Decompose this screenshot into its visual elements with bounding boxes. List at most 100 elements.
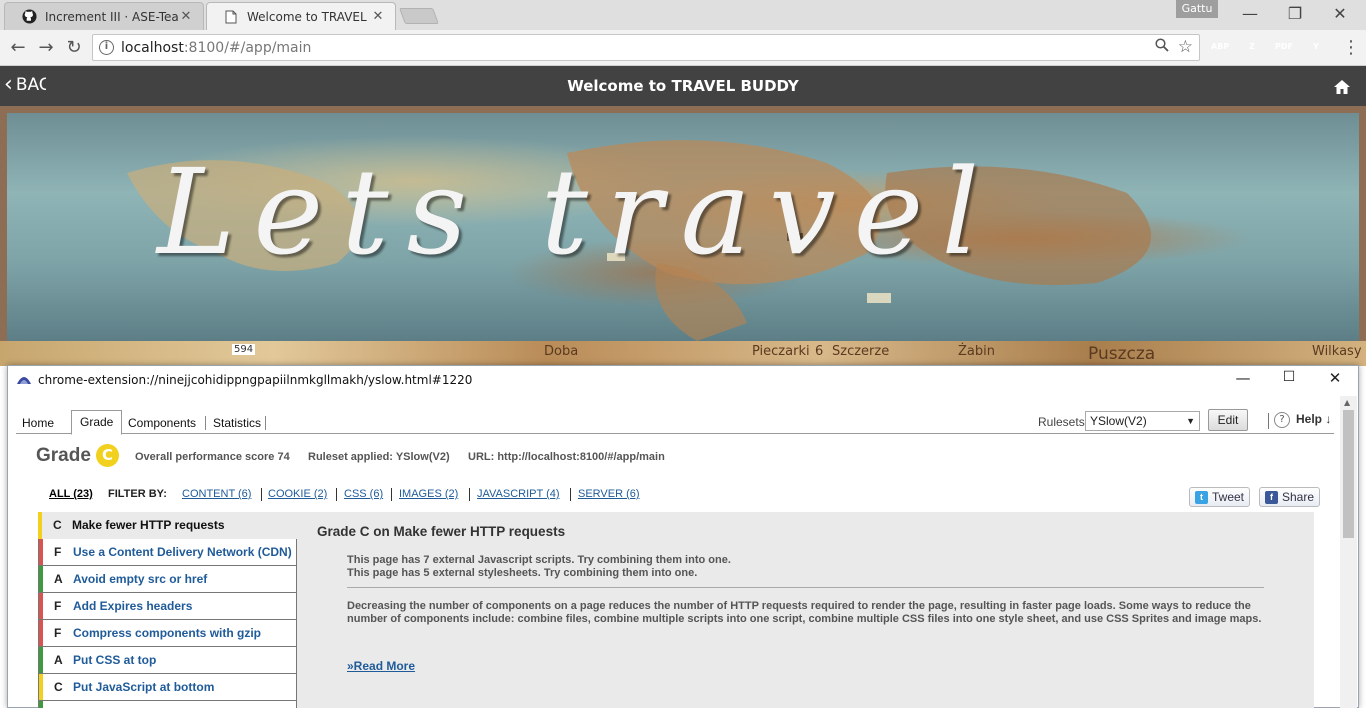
forward-arrow-icon[interactable]: → [34,36,58,60]
url-info: URL: http://localhost:8100/#/app/main [468,451,665,463]
yslow-window: chrome-extension://ninejjcohidippngpapii… [7,365,1359,708]
adblock-plus-icon[interactable]: ABP [1211,38,1229,56]
grade-color-bar [39,701,43,708]
filter-server[interactable]: SERVER (6) [578,488,640,500]
dropdown-arrow-icon: ▼ [1186,416,1195,426]
tab-grade[interactable]: Grade [71,410,123,435]
rule-list: C Make fewer HTTP requests F Use a Conte… [38,512,297,708]
yslow-window-title: chrome-extension://ninejjcohidippngpapii… [38,373,473,387]
grade-color-bar [38,512,42,539]
help-separator [1268,413,1269,429]
filter-all[interactable]: ALL (23) [49,488,93,500]
overall-score: Overall performance score 74 [135,451,290,463]
filter-cookie[interactable]: COOKIE (2) [268,488,327,500]
tab-title: Welcome to TRAVEL BUD [247,9,371,24]
ruleset-applied: Ruleset applied: YSlow(V2) [308,451,450,463]
grade-color-bar [39,566,43,592]
minimize-icon[interactable]: — [1228,369,1258,387]
rule-item[interactable]: F Compress components with gzip [38,620,297,647]
bookmark-star-icon[interactable]: ☆ [1178,37,1193,57]
browser-tab-travel-buddy[interactable]: Welcome to TRAVEL BUD ✕ [206,2,396,30]
rule-item[interactable]: F Add Expires headers [38,593,297,620]
maximize-icon[interactable]: ☐ [1274,369,1304,385]
map-strip [0,341,1366,366]
filter-by-label: FILTER BY: [108,488,167,500]
scrollbar[interactable]: ▲ [1340,396,1357,708]
browser-tab-strip: Increment III · ASE-Team ✕ Welcome to TR… [0,0,1366,30]
tab-components[interactable]: Components [122,412,202,434]
filter-bar: ALL (23) FILTER BY: CONTENT (6) COOKIE (… [49,486,1329,506]
edit-button[interactable]: Edit [1208,409,1248,431]
rule-item[interactable] [38,701,297,708]
rule-detail-panel: Grade C on Make fewer HTTP requests This… [297,512,1314,708]
tweet-button[interactable]: t Tweet [1189,487,1251,507]
reload-icon[interactable]: ↻ [62,36,86,60]
banner-frame: Lets travel 594 Doba Pieczarki 6 Szczerz… [0,106,1366,366]
chrome-menu-icon[interactable]: ⋮ [1342,36,1360,60]
url-text[interactable]: localhost:8100/#/app/main [121,40,311,56]
banner-text: Lets travel [157,143,998,281]
grade-color-bar [39,647,43,673]
github-icon [21,9,37,25]
yslow-tab-bar: Home Grade Components Statistics Ruleset… [16,408,1334,435]
filter-content[interactable]: CONTENT (6) [182,488,251,500]
yslow-content: Home Grade Components Statistics Ruleset… [16,394,1334,708]
grade-color-bar [39,593,43,619]
yslow-icon [16,373,32,388]
grade-color-bar [39,674,43,700]
page-icon [223,9,239,25]
filter-css[interactable]: CSS (6) [344,488,383,500]
rule-item[interactable]: C Make fewer HTTP requests [38,512,297,539]
travel-banner-image: Lets travel [7,113,1359,341]
share-button[interactable]: f Share [1259,487,1321,507]
scroll-up-icon[interactable]: ▲ [1344,398,1350,407]
address-bar[interactable]: i localhost:8100/#/app/main ☆ [92,34,1200,61]
close-window-icon[interactable]: ✕ [1320,369,1350,387]
close-icon[interactable]: ✕ [179,9,193,24]
close-window-icon[interactable]: ✕ [1320,3,1360,25]
grade-color-bar [39,539,43,565]
zotero-icon[interactable]: Z [1243,38,1261,56]
read-more-link[interactable]: »Read More [347,659,415,673]
grade-color-bar [39,620,43,646]
restore-icon[interactable]: ❐ [1275,3,1315,25]
yslow-titlebar: chrome-extension://ninejjcohidippngpapii… [8,366,1358,394]
browser-tab-github[interactable]: Increment III · ASE-Team ✕ [4,2,204,30]
rule-item[interactable]: C Put JavaScript at bottom [38,674,297,701]
rule-item[interactable]: A Avoid empty src or href [38,566,297,593]
facebook-icon: f [1265,490,1278,504]
rule-item[interactable]: A Put CSS at top [38,647,297,674]
detail-heading: Grade C on Make fewer HTTP requests [317,524,566,539]
detail-issues: This page has 7 external Javascript scri… [347,554,731,579]
zoom-icon[interactable] [1155,38,1169,56]
filter-javascript[interactable]: JAVASCRIPT (4) [477,488,560,500]
grade-summary: Grade C Overall performance score 74 Rul… [36,444,1236,470]
app-header: ‹ BACK Welcome to TRAVEL BUDDY [0,66,1366,106]
tab-separator [265,416,266,430]
page-title: Welcome to TRAVEL BUDDY [567,77,799,95]
tab-separator [205,416,206,430]
close-icon[interactable]: ✕ [371,9,385,24]
tab-home[interactable]: Home [16,412,60,434]
info-icon[interactable]: i [99,40,114,55]
new-tab-button[interactable] [399,8,439,24]
minimize-icon[interactable]: — [1230,3,1270,25]
divider [347,587,1264,588]
back-arrow-icon[interactable]: ← [6,36,30,60]
acrobat-icon[interactable]: PDF [1275,38,1293,56]
help-icon[interactable]: ? [1274,412,1290,428]
home-icon[interactable] [1333,79,1351,98]
detail-description: Decreasing the number of components on a… [347,600,1262,625]
grade-label: Grade [36,445,91,466]
scrollbar-thumb[interactable] [1343,410,1354,538]
yslow-icon[interactable]: Y [1307,38,1325,56]
ruleset-select[interactable]: YSlow(V2) ▼ [1085,411,1200,431]
tab-statistics[interactable]: Statistics [207,412,267,434]
rulesets-label: Rulesets [1038,415,1085,429]
browser-toolbar: ← → ↻ i localhost:8100/#/app/main ☆ ABP … [0,30,1366,66]
filter-images[interactable]: IMAGES (2) [399,488,458,500]
rule-item[interactable]: F Use a Content Delivery Network (CDN) [38,539,297,566]
grade-badge: C [96,444,119,467]
help-link[interactable]: Help ↓ [1296,412,1331,426]
profile-button[interactable]: Gattu [1176,0,1218,18]
